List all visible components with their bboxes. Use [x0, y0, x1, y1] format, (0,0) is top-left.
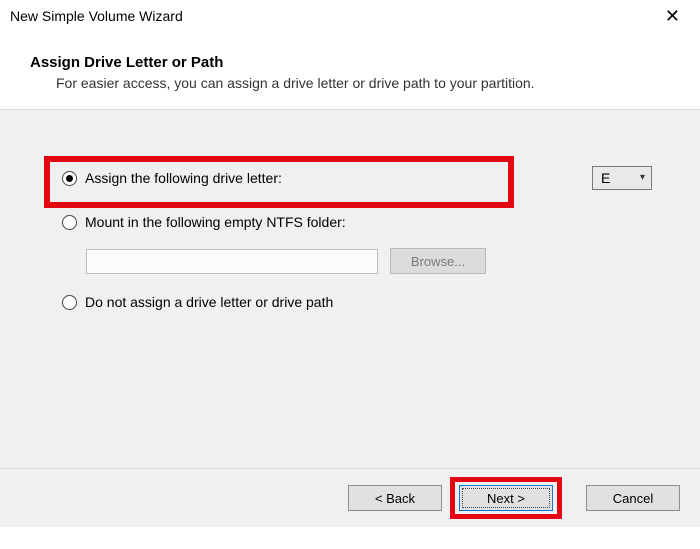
- radio-mount-folder[interactable]: [62, 215, 77, 230]
- option-mount-folder-label: Mount in the following empty NTFS folder…: [85, 212, 652, 232]
- wizard-header: Assign Drive Letter or Path For easier a…: [0, 32, 700, 109]
- next-button[interactable]: Next >: [459, 485, 553, 511]
- cancel-button[interactable]: Cancel: [586, 485, 680, 511]
- mount-folder-path-input: [86, 249, 378, 274]
- option-no-assign-label: Do not assign a drive letter or drive pa…: [85, 292, 652, 312]
- option-assign-drive-letter-label: Assign the following drive letter:: [85, 168, 472, 188]
- titlebar: New Simple Volume Wizard ✕: [0, 0, 700, 32]
- option-assign-drive-letter[interactable]: Assign the following drive letter: E ▾: [62, 166, 652, 190]
- window-title: New Simple Volume Wizard: [10, 8, 183, 24]
- step-description: For easier access, you can assign a driv…: [30, 75, 672, 91]
- radio-assign-drive-letter[interactable]: [62, 171, 77, 186]
- drive-letter-select[interactable]: E ▾: [592, 166, 652, 190]
- mount-folder-controls: Browse...: [62, 248, 652, 274]
- option-mount-folder[interactable]: Mount in the following empty NTFS folder…: [62, 212, 652, 232]
- radio-no-assign[interactable]: [62, 295, 77, 310]
- step-title: Assign Drive Letter or Path: [30, 54, 672, 71]
- wizard-button-bar: < Back Next > Cancel: [0, 469, 700, 527]
- wizard-content: Assign the following drive letter: E ▾ M…: [0, 110, 700, 468]
- next-button-wrapper: Next >: [452, 479, 560, 517]
- option-no-assign[interactable]: Do not assign a drive letter or drive pa…: [62, 292, 652, 312]
- browse-button: Browse...: [390, 248, 486, 274]
- back-button[interactable]: < Back: [348, 485, 442, 511]
- close-icon[interactable]: ✕: [657, 3, 688, 29]
- drive-letter-value: E: [601, 168, 610, 188]
- chevron-down-icon: ▾: [640, 168, 645, 188]
